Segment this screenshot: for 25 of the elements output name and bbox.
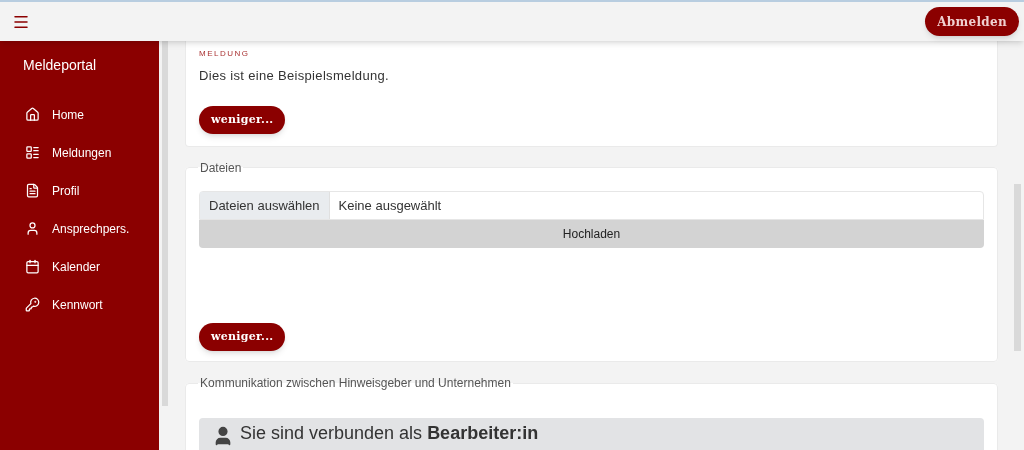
document-icon	[25, 183, 40, 198]
less-button[interactable]: weniger...	[199, 105, 286, 134]
less-button[interactable]: weniger...	[199, 323, 286, 351]
sidebar-item[interactable]: Profil	[0, 180, 159, 201]
calendar-icon	[25, 259, 40, 274]
upload-button[interactable]: Hochladen	[199, 219, 984, 248]
sidebar-item[interactable]: Home	[0, 104, 159, 125]
sidebar-item[interactable]: Kalender	[0, 256, 159, 277]
logout-button[interactable]: Abmelden	[925, 7, 1019, 36]
sidebar-item[interactable]: Kennwort	[0, 294, 159, 315]
file-status: Keine ausgewählt	[337, 196, 443, 215]
sidebar-item[interactable]: Ansprechpers.	[0, 218, 159, 239]
list-icon	[25, 145, 40, 160]
sidebar-item[interactable]: Meldungen	[0, 142, 159, 163]
person-icon	[25, 221, 40, 236]
choose-files-button[interactable]: Dateien auswählen	[200, 191, 330, 219]
communication-legend: Kommunikation zwischen Hinweisgeber und Unternehmen	[198, 374, 513, 392]
sidebar-title: Meldeportal	[22, 56, 98, 75]
file-field[interactable]: Dateien auswählen Keine ausgewählt	[199, 190, 984, 220]
connection-text: Sie sind verbunden als Bearbeiter:in	[240, 422, 539, 444]
key-icon	[25, 297, 40, 312]
report-text: Dies ist eine Beispielsmeldung.	[199, 67, 390, 85]
files-legend: Dateien	[198, 158, 244, 177]
home-icon	[25, 107, 40, 122]
report-label: MELDUNG	[199, 48, 251, 60]
